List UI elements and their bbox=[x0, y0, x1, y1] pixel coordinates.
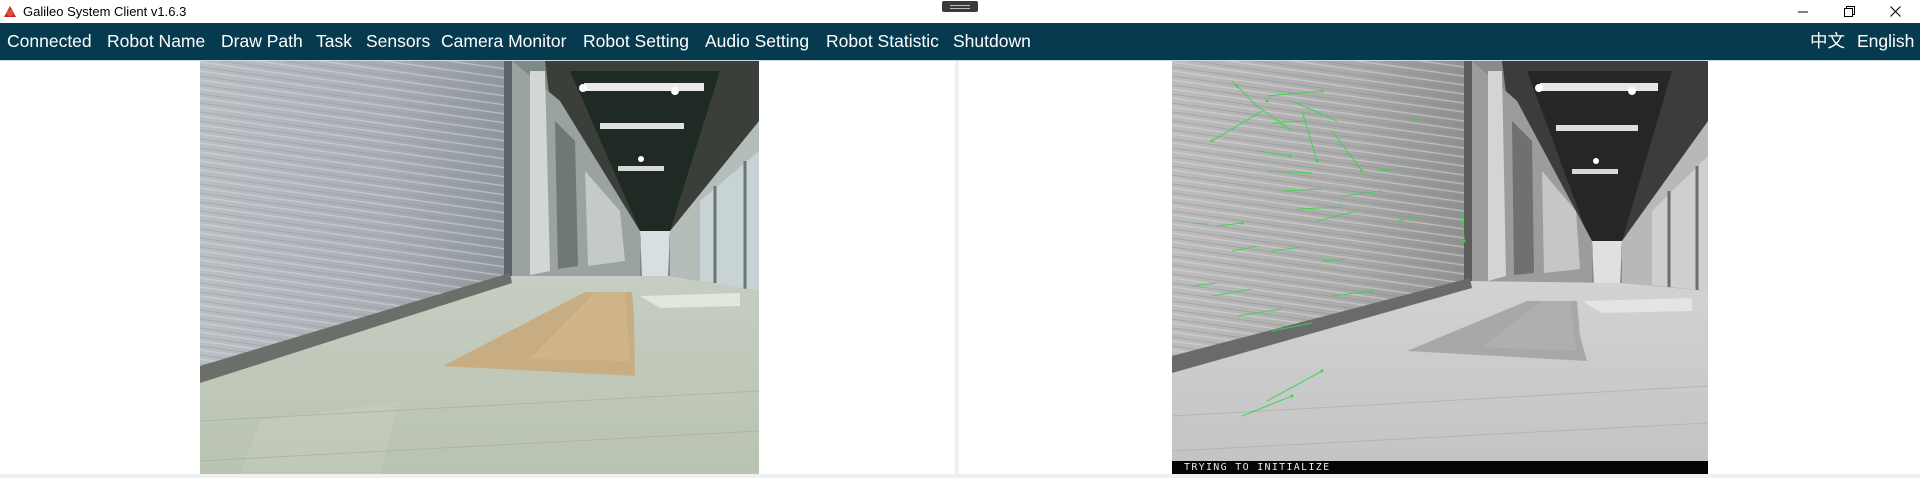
language-chinese[interactable]: 中文 bbox=[1810, 23, 1845, 60]
title-bar: Galileo System Client v1.6.3 bbox=[0, 0, 1920, 23]
menu-item-audio-setting[interactable]: Audio Setting bbox=[705, 23, 809, 60]
menu-bar: Connected Robot Name Draw Path Task Sens… bbox=[0, 23, 1920, 60]
grayscale-corridor-image bbox=[1172, 61, 1708, 474]
tracking-status-text: TRYING TO INITIALIZE bbox=[1184, 462, 1331, 473]
galileo-app-icon bbox=[4, 6, 16, 17]
minimize-icon bbox=[1798, 11, 1808, 12]
language-english[interactable]: English bbox=[1857, 23, 1914, 60]
menu-item-draw-path[interactable]: Draw Path bbox=[221, 23, 303, 60]
corridor-image bbox=[200, 61, 759, 474]
close-icon bbox=[1889, 6, 1901, 17]
minimize-button[interactable] bbox=[1780, 0, 1826, 23]
menu-item-camera-monitor[interactable]: Camera Monitor bbox=[441, 23, 566, 60]
maximize-icon bbox=[1843, 6, 1855, 17]
menu-item-shutdown[interactable]: Shutdown bbox=[953, 23, 1031, 60]
menu-item-connected[interactable]: Connected bbox=[7, 23, 92, 60]
close-button[interactable] bbox=[1872, 0, 1918, 23]
menu-item-sensors[interactable]: Sensors bbox=[366, 23, 430, 60]
menu-item-robot-statistic[interactable]: Robot Statistic bbox=[826, 23, 939, 60]
tracking-camera-feed: TRYING TO INITIALIZE bbox=[1172, 61, 1708, 474]
bottom-divider bbox=[0, 474, 1920, 478]
maximize-button[interactable] bbox=[1826, 0, 1872, 23]
menu-item-task[interactable]: Task bbox=[316, 23, 352, 60]
window-title: Galileo System Client v1.6.3 bbox=[23, 4, 187, 19]
menu-item-robot-setting[interactable]: Robot Setting bbox=[583, 23, 689, 60]
menu-item-robot-name[interactable]: Robot Name bbox=[107, 23, 205, 60]
color-camera-feed bbox=[200, 61, 759, 474]
drag-handle[interactable] bbox=[942, 1, 978, 12]
